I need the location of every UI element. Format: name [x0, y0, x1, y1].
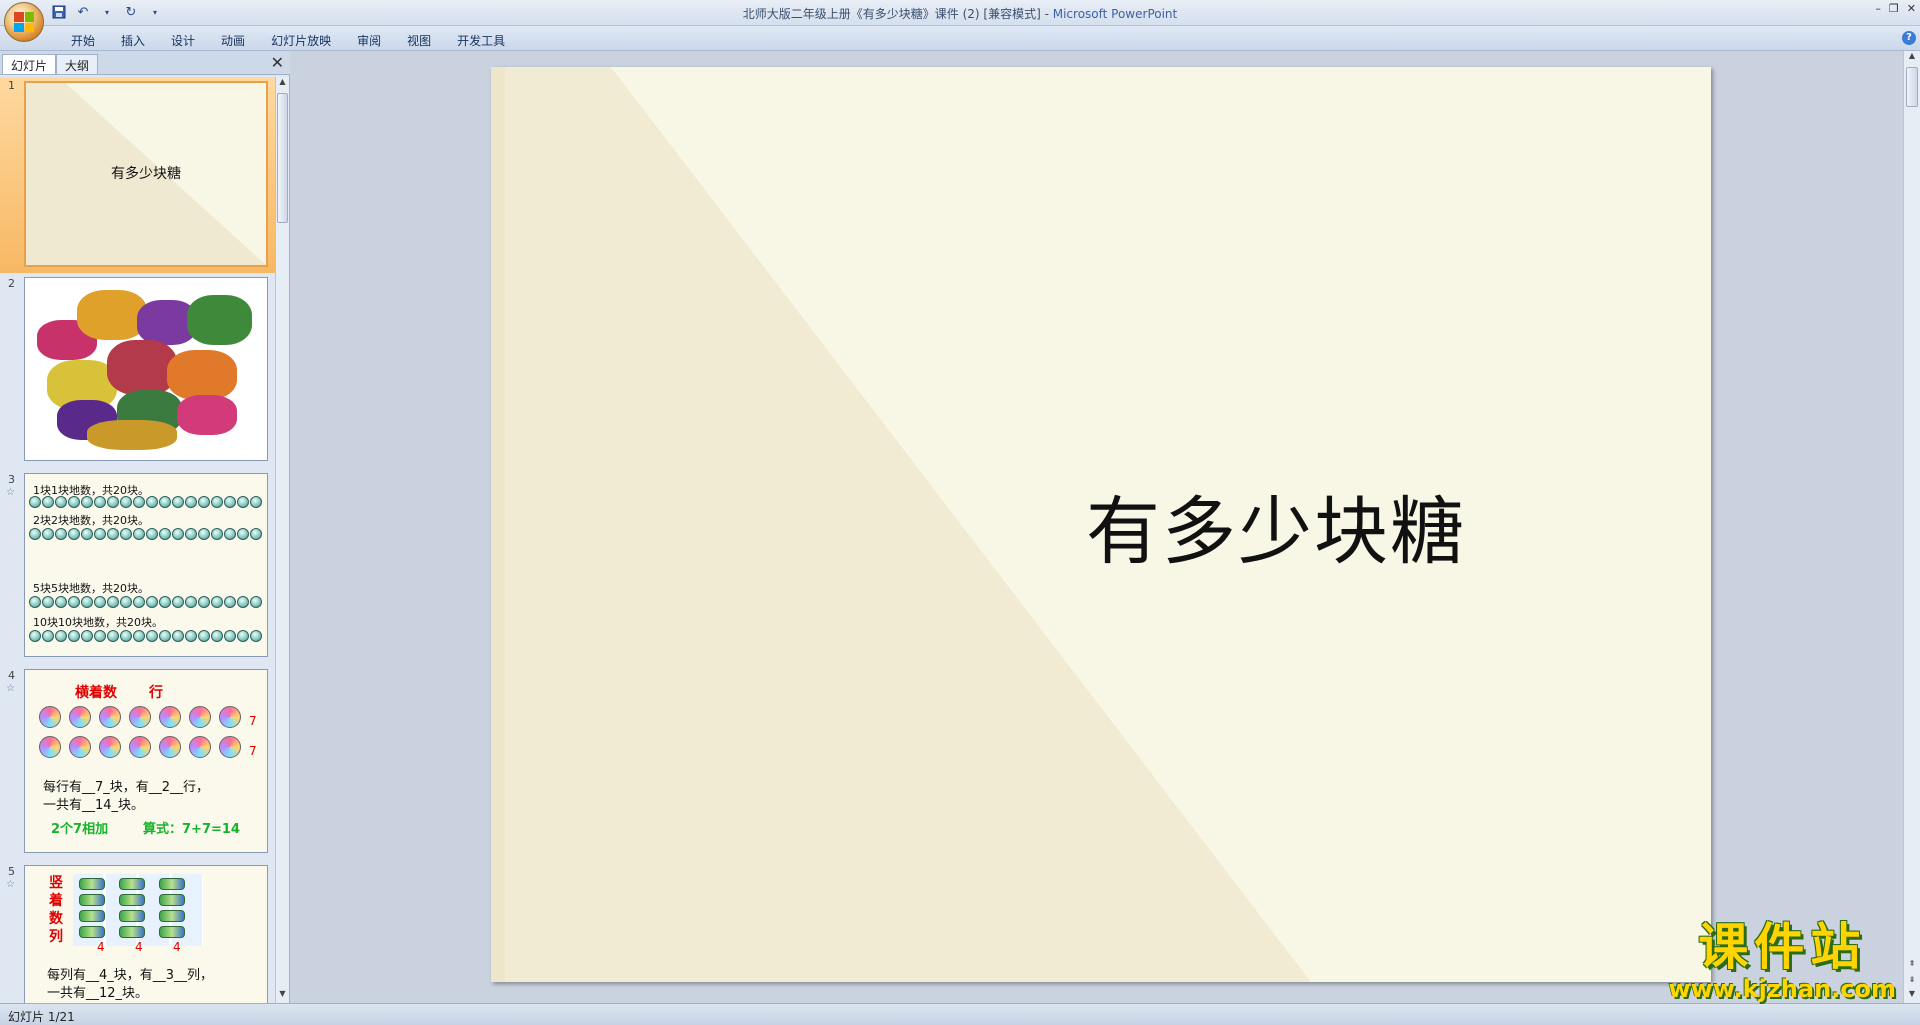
pane-close-icon[interactable]: ✕	[271, 53, 284, 72]
office-button[interactable]	[4, 2, 44, 42]
help-icon[interactable]: ?	[1902, 31, 1916, 45]
slide-counter: 幻灯片 1/21	[8, 1010, 75, 1024]
heading-row: 行	[149, 685, 163, 701]
editor-scrollbar[interactable]: ▲ ⇞ ⇟ ▼	[1903, 51, 1920, 1003]
document-title: 北师大版二年级上册《有多少块糖》课件 (2) [兼容模式]	[742, 7, 1041, 21]
row-count-1: 7	[249, 714, 257, 728]
thumbnail-row-2[interactable]: 2	[0, 275, 276, 471]
tab-slideshow[interactable]: 幻灯片放映	[258, 30, 344, 51]
thumbnail-row-1[interactable]: 1 有多少块糖	[0, 77, 276, 273]
slide-number: 3	[8, 473, 15, 486]
tab-view[interactable]: 视图	[394, 30, 444, 51]
tab-developer[interactable]: 开发工具	[444, 30, 518, 51]
tab-outline[interactable]: 大纲	[56, 54, 99, 74]
tab-home[interactable]: 开始	[58, 30, 108, 51]
title-separator: -	[1040, 7, 1053, 21]
window-title: 北师大版二年级上册《有多少块糖》课件 (2) [兼容模式] - Microsof…	[0, 5, 1920, 22]
vertical-heading: 竖着数列	[49, 875, 63, 945]
animation-star-icon: ☆	[6, 487, 15, 498]
previous-slide-icon[interactable]: ⇞	[1904, 959, 1920, 973]
bead-row	[29, 630, 263, 642]
count-line: 2块2块地数，共20块。	[33, 514, 149, 527]
sentence-2: 一共有__12_块。	[47, 986, 149, 1001]
ribbon: 开始 插入 设计 动画 幻灯片放映 审阅 视图 开发工具 ?	[0, 26, 1920, 51]
app-name: Microsoft PowerPoint	[1052, 7, 1178, 21]
scroll-thumb[interactable]	[277, 93, 288, 223]
animation-star-icon: ☆	[6, 683, 15, 694]
slide-number: 2	[8, 277, 15, 290]
col-count-3: 4	[173, 940, 181, 954]
slide-thumbnail-4[interactable]: 横着数 行 7 7 每行有__7_块，有__2__行， 一共有__14_块。 2…	[24, 669, 268, 853]
slide-editor: 有多少块糖	[291, 51, 1903, 1003]
pane-tabs: 幻灯片 大纲 ✕	[0, 51, 290, 75]
scroll-up-icon[interactable]: ▲	[276, 77, 289, 91]
slide-number: 1	[8, 79, 15, 92]
addition-note: 2个7相加	[51, 822, 109, 837]
watermark-url: www.kjzhan.com	[1668, 975, 1896, 1003]
bead-row	[29, 496, 263, 508]
tab-animations[interactable]: 动画	[208, 30, 258, 51]
slide-thumbnail-2[interactable]	[24, 277, 268, 461]
heading-horizontal: 横着数	[75, 685, 117, 701]
thumbnail-title: 有多少块糖	[111, 166, 181, 182]
ribbon-tabs: 开始 插入 设计 动画 幻灯片放映 审阅 视图 开发工具	[58, 30, 518, 51]
thumbnail-row-4[interactable]: 4 ☆ 横着数 行 7 7 每行有__7_块，有__2__行， 一共有__14_…	[0, 667, 276, 863]
window-controls: – ❐ ✕	[1875, 2, 1916, 15]
next-slide-icon[interactable]: ⇟	[1904, 975, 1920, 989]
slide-number: 5	[8, 865, 15, 878]
slide-title[interactable]: 有多少块糖	[491, 472, 1711, 579]
scroll-up-icon[interactable]: ▲	[1904, 51, 1920, 65]
office-logo-icon	[14, 12, 34, 32]
tab-review[interactable]: 审阅	[344, 30, 394, 51]
sentence-1: 每列有__4_块，有__3__列，	[47, 968, 214, 983]
tab-insert[interactable]: 插入	[108, 30, 158, 51]
scroll-down-icon[interactable]: ▼	[1904, 989, 1920, 1003]
formula: 算式：7+7=14	[143, 822, 240, 837]
col-count-1: 4	[97, 940, 105, 954]
slide-thumbnail-3[interactable]: 1块1块地数，共20块。 2块2块地数，共20块。 5块5块地数，共20块。 1…	[24, 473, 268, 657]
current-slide[interactable]: 有多少块糖	[491, 67, 1711, 982]
bead-row	[29, 528, 263, 540]
slide-thumbnail-1[interactable]: 有多少块糖	[24, 81, 268, 267]
sentence-1: 每行有__7_块，有__2__行，	[43, 780, 210, 795]
candy-pile-image	[27, 280, 265, 458]
status-bar: 幻灯片 1/21	[0, 1003, 1920, 1025]
thumbnail-row-5[interactable]: 5 ☆ 竖着数列 4 4 4 每列有__4_块，有__3__列， 一共有__12…	[0, 863, 276, 1003]
restore-icon[interactable]: ❐	[1889, 2, 1899, 15]
count-line: 5块5块地数，共20块。	[33, 582, 149, 595]
slide-number: 4	[8, 669, 15, 682]
animation-star-icon: ☆	[6, 879, 15, 890]
site-watermark: 课件站 www.kjzhan.com	[1669, 907, 1896, 1003]
watermark-logo: 课件站	[1698, 918, 1867, 976]
count-line: 10块10块地数，共20块。	[33, 616, 163, 629]
thumbnail-scrollbar[interactable]: ▲ ▼	[275, 77, 289, 1003]
slides-pane: 幻灯片 大纲 ✕ 1 有多少块糖 2 3 ☆ 1块1块地数，共20块。 2块2块…	[0, 51, 290, 1003]
col-count-2: 4	[135, 940, 143, 954]
sentence-2: 一共有__14_块。	[43, 798, 145, 813]
scroll-thumb[interactable]	[1906, 67, 1918, 107]
title-bar: ↶ ▾ ↻ ▾ 北师大版二年级上册《有多少块糖》课件 (2) [兼容模式] - …	[0, 0, 1920, 26]
tab-slides[interactable]: 幻灯片	[2, 54, 57, 74]
close-icon[interactable]: ✕	[1907, 2, 1916, 15]
row-count-2: 7	[249, 744, 257, 758]
minimize-icon[interactable]: –	[1875, 2, 1881, 15]
thumbnail-list: 1 有多少块糖 2 3 ☆ 1块1块地数，共20块。 2块2块地数，共20块。 …	[0, 77, 276, 1003]
tab-design[interactable]: 设计	[158, 30, 208, 51]
thumbnail-row-3[interactable]: 3 ☆ 1块1块地数，共20块。 2块2块地数，共20块。 5块5块地数，共20…	[0, 471, 276, 667]
slide-thumbnail-5[interactable]: 竖着数列 4 4 4 每列有__4_块，有__3__列， 一共有__12_块。	[24, 865, 268, 1003]
sweets-grid	[73, 874, 203, 946]
scroll-down-icon[interactable]: ▼	[276, 989, 289, 1003]
bead-row	[29, 596, 263, 608]
